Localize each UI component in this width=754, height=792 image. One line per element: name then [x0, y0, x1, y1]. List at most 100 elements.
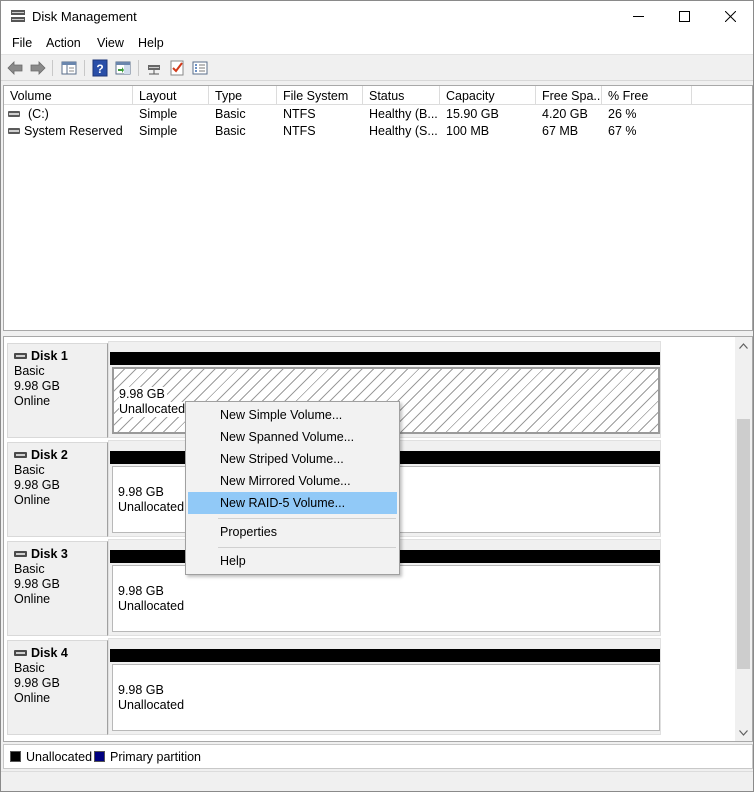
menu-item-new-striped-volume[interactable]: New Striped Volume... — [188, 448, 397, 470]
unallocated-partition[interactable]: 9.98 GB Unallocated — [112, 565, 660, 632]
column-header-capacity[interactable]: Capacity — [440, 86, 536, 105]
console-tree-icon[interactable] — [60, 59, 78, 77]
cell-file-system: NTFS — [283, 107, 316, 121]
back-arrow-icon[interactable] — [6, 59, 24, 77]
menu-separator — [218, 547, 396, 548]
disk-management-window: Disk Management File Action View Help ? … — [0, 0, 754, 792]
maximize-button[interactable] — [661, 1, 707, 32]
connect-icon[interactable] — [145, 59, 163, 77]
help-icon[interactable]: ? — [91, 59, 109, 77]
menu-item-help[interactable]: Help — [188, 550, 397, 572]
unallocated-bar — [110, 649, 660, 662]
disk-size: 9.98 GB — [14, 577, 60, 591]
partition-label: Unallocated — [119, 402, 188, 417]
legend: Unallocated Primary partition — [3, 744, 753, 769]
properties-icon[interactable] — [191, 59, 209, 77]
partition-size: 9.98 GB — [118, 485, 164, 499]
disk-name: Disk 1 — [31, 349, 68, 363]
partition-label: Unallocated — [118, 500, 185, 514]
forward-arrow-icon[interactable] — [29, 59, 47, 77]
menu-view[interactable]: View — [97, 32, 124, 50]
column-header-layout[interactable]: Layout — [133, 86, 209, 105]
column-header-status[interactable]: Status — [363, 86, 440, 105]
disk-icon — [14, 551, 27, 557]
cell-capacity: 15.90 GB — [446, 107, 499, 121]
drive-icon — [8, 128, 20, 134]
table-row[interactable]: (C:) Simple Basic NTFS Healthy (B... 15.… — [4, 106, 752, 123]
cell-volume: (C:) — [28, 107, 49, 121]
menu-item-new-spanned-volume[interactable]: New Spanned Volume... — [188, 426, 397, 448]
disk-name: Disk 2 — [31, 448, 68, 462]
checklist-icon[interactable] — [168, 59, 186, 77]
window-title: Disk Management — [32, 9, 137, 24]
menu-item-new-raid5-volume[interactable]: New RAID-5 Volume... — [188, 492, 397, 514]
scrollbar-thumb[interactable] — [737, 419, 750, 669]
scroll-down-icon[interactable] — [735, 724, 752, 741]
unallocated-bar — [110, 352, 660, 365]
cell-layout: Simple — [139, 107, 178, 121]
close-button[interactable] — [707, 1, 753, 32]
cell-layout: Simple — [139, 124, 178, 138]
maximize-icon — [678, 11, 690, 22]
legend-swatch-unallocated — [10, 751, 21, 762]
cell-status: Healthy (B... — [369, 107, 438, 121]
cell-type: Basic — [215, 124, 246, 138]
cell-free-space: 67 MB — [542, 124, 579, 138]
legend-label-unallocated: Unallocated — [26, 750, 93, 764]
svg-text:?: ? — [96, 62, 103, 76]
volume-list-header: Volume Layout Type File System Status Ca… — [4, 86, 752, 105]
vertical-scrollbar[interactable] — [735, 337, 752, 741]
toolbar-separator — [84, 60, 85, 76]
table-row[interactable]: System Reserved Simple Basic NTFS Health… — [4, 123, 752, 140]
menu-help[interactable]: Help — [138, 32, 164, 50]
legend-label-primary: Primary partition — [110, 750, 201, 764]
partition-size: 9.98 GB — [118, 683, 164, 697]
action-pane-icon[interactable] — [114, 59, 132, 77]
disk-info-disk-2[interactable]: Disk 2 Basic 9.98 GB Online — [7, 442, 108, 537]
column-header-file-system[interactable]: File System — [277, 86, 363, 105]
menu-action[interactable]: Action — [46, 32, 81, 50]
cell-free-space: 4.20 GB — [542, 107, 588, 121]
title-bar: Disk Management — [1, 1, 753, 32]
menu-bar: File Action View Help — [1, 32, 753, 54]
scroll-up-icon[interactable] — [735, 337, 752, 354]
disk-info-disk-3[interactable]: Disk 3 Basic 9.98 GB Online — [7, 541, 108, 636]
disk-name: Disk 3 — [31, 547, 68, 561]
minimize-icon — [632, 16, 644, 17]
disk-info-disk-4[interactable]: Disk 4 Basic 9.98 GB Online — [7, 640, 108, 735]
close-icon — [724, 11, 736, 22]
cell-volume: System Reserved — [24, 124, 123, 138]
disk-size: 9.98 GB — [14, 676, 60, 690]
disk-type: Basic — [14, 661, 45, 675]
disk-state: Online — [14, 493, 51, 507]
disk-info-disk-1[interactable]: Disk 1 Basic 9.98 GB Online — [7, 343, 108, 438]
volume-list[interactable]: Volume Layout Type File System Status Ca… — [3, 85, 753, 331]
minimize-button[interactable] — [615, 1, 661, 32]
unallocated-partition[interactable]: 9.98 GB Unallocated — [112, 664, 660, 731]
column-header-percent-free[interactable]: % Free — [602, 86, 692, 105]
disk-state: Online — [14, 592, 51, 606]
menu-file[interactable]: File — [12, 32, 32, 50]
menu-item-new-simple-volume[interactable]: New Simple Volume... — [188, 404, 397, 426]
disk-type: Basic — [14, 562, 45, 576]
menu-separator — [218, 518, 396, 519]
menu-item-properties[interactable]: Properties — [188, 521, 397, 543]
disk-management-icon — [11, 10, 25, 22]
partition-label: Unallocated — [118, 698, 185, 712]
column-header-volume[interactable]: Volume — [4, 86, 133, 105]
disk-icon — [14, 452, 27, 458]
legend-swatch-primary — [94, 751, 105, 762]
disk-icon — [14, 650, 27, 656]
partition-size: 9.98 GB — [119, 387, 167, 402]
context-menu: New Simple Volume... New Spanned Volume.… — [185, 401, 400, 575]
column-header-filler — [692, 86, 752, 105]
toolbar-separator — [52, 60, 53, 76]
disk-state: Online — [14, 691, 51, 705]
disk-icon — [14, 353, 27, 359]
column-header-type[interactable]: Type — [209, 86, 277, 105]
column-header-free-space[interactable]: Free Spa... — [536, 86, 602, 105]
cell-file-system: NTFS — [283, 124, 316, 138]
cell-type: Basic — [215, 107, 246, 121]
menu-item-new-mirrored-volume[interactable]: New Mirrored Volume... — [188, 470, 397, 492]
cell-percent-free: 26 % — [608, 107, 637, 121]
